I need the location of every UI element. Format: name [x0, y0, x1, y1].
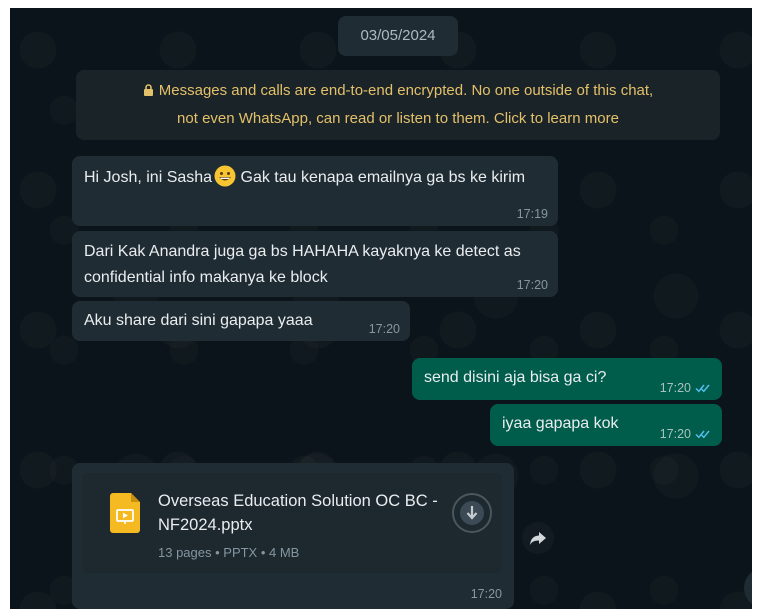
pptx-file-icon — [110, 493, 140, 533]
message-text: Aku share dari sini gapapa yaaa — [84, 312, 313, 329]
message-time-status: 17:20 — [660, 427, 712, 441]
download-button[interactable] — [452, 493, 492, 533]
forward-icon — [530, 532, 546, 545]
outgoing-message[interactable]: iyaa gapapa kok 17:20 — [490, 404, 722, 446]
message-text: iyaa gapapa kok — [502, 415, 619, 432]
forward-button[interactable] — [522, 522, 554, 554]
incoming-message[interactable]: Hi Josh, ini Sasha Gak tau kenapa emailn… — [72, 156, 558, 226]
outgoing-message[interactable]: send disini aja bisa ga ci? 17:20 — [412, 358, 722, 400]
chat-area[interactable]: 03/05/2024 Messages and calls are end-to… — [10, 8, 752, 609]
encryption-text-2: not even WhatsApp, can read or listen to… — [177, 110, 619, 127]
scroll-down-button[interactable] — [744, 568, 752, 608]
message-time: 17:20 — [659, 427, 691, 441]
file-message[interactable]: Overseas Education Solution OC BC - NF20… — [72, 463, 514, 609]
download-icon — [460, 501, 484, 525]
message-time-status: 17:20 — [660, 381, 712, 395]
lock-icon — [143, 84, 153, 96]
encryption-line-1: Messages and calls are end-to-end encryp… — [76, 77, 720, 105]
encryption-text-1: Messages and calls are end-to-end encryp… — [158, 82, 654, 99]
file-name: Overseas Education Solution OC BC - NF20… — [158, 492, 438, 534]
message-text: Dari Kak Anandra juga ga bs HAHAHA kayak… — [84, 243, 521, 286]
incoming-message[interactable]: Dari Kak Anandra juga ga bs HAHAHA kayak… — [72, 231, 558, 297]
double-check-icon — [695, 384, 710, 393]
incoming-message[interactable]: Aku share dari sini gapapa yaaa 17:20 — [72, 301, 410, 341]
date-chip: 03/05/2024 — [338, 16, 458, 56]
file-meta: 13 pages • PPTX • 4 MB — [158, 545, 300, 560]
message-time: 17:20 — [659, 381, 691, 395]
message-text-part: Gak tau kenapa emailnya ga bs ke kirim — [236, 169, 526, 186]
message-text: Hi Josh, ini Sasha Gak tau kenapa emailn… — [84, 165, 534, 191]
message-time: 17:19 — [516, 207, 548, 221]
message-time: 17:20 — [470, 587, 502, 601]
grinning-emoji-icon — [214, 165, 236, 187]
message-text: send disini aja bisa ga ci? — [424, 369, 607, 386]
encryption-notice[interactable]: Messages and calls are end-to-end encryp… — [76, 70, 720, 140]
double-check-icon — [695, 430, 710, 439]
message-text-part: Hi Josh, ini Sasha — [84, 169, 213, 186]
message-time: 17:20 — [516, 278, 548, 292]
message-time: 17:20 — [368, 322, 400, 336]
file-attachment[interactable]: Overseas Education Solution OC BC - NF20… — [82, 473, 502, 573]
